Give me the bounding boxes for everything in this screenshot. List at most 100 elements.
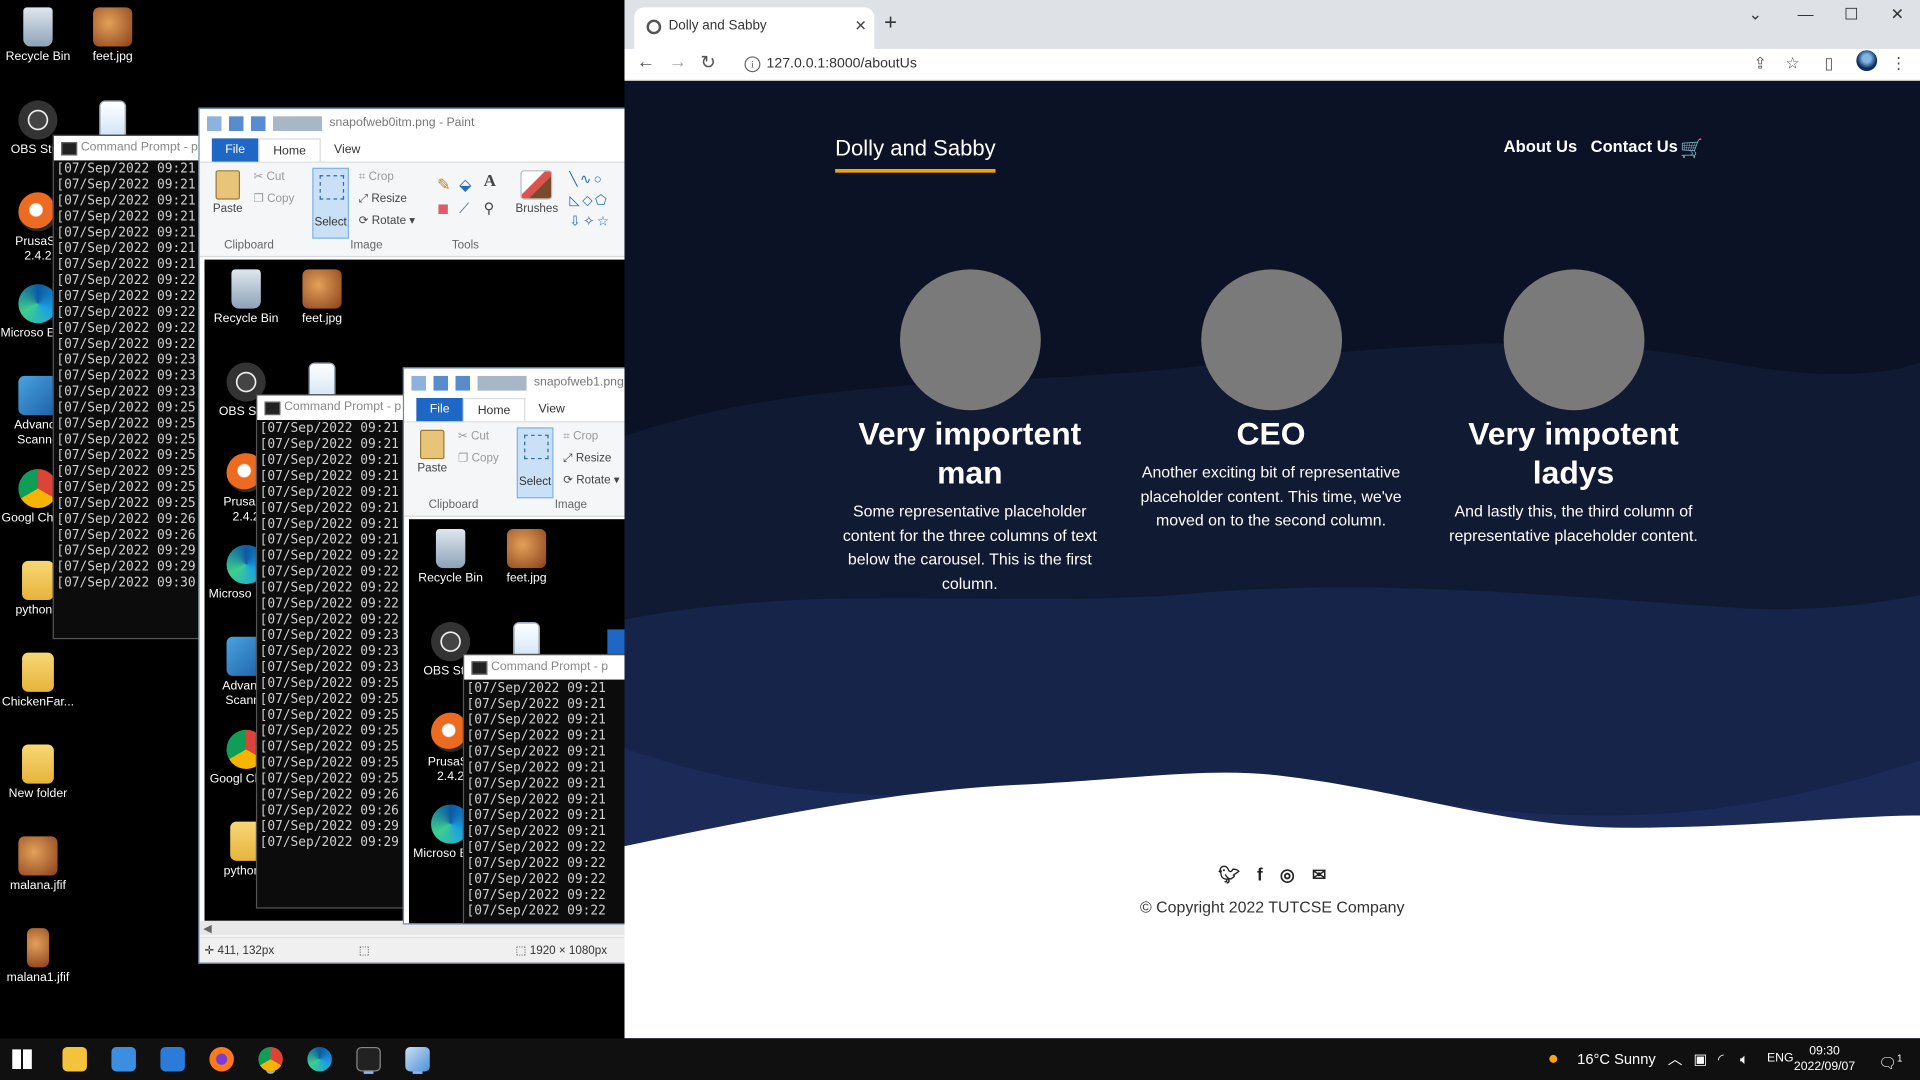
chrome-taskbar-icon[interactable] — [258, 1046, 283, 1072]
tab-file[interactable]: File — [416, 397, 464, 422]
shapes-gallery[interactable]: ╲∿○ ◺◇⬠ ⇩✧☆ — [569, 170, 625, 231]
quick-access-toolbar[interactable] — [206, 116, 323, 132]
desktop-icon-chicken[interactable]: ChickenFar... — [0, 652, 76, 711]
new-tab-button[interactable]: + — [884, 10, 897, 36]
tab-file[interactable]: File — [211, 138, 259, 162]
side-panel-icon[interactable]: ▯ — [1825, 54, 1834, 74]
rotate-button[interactable]: ⟳ Rotate ▾ — [359, 214, 415, 227]
desktop-icon-malana1[interactable]: malana1.jfif — [0, 928, 76, 986]
reload-icon[interactable]: ↻ — [700, 51, 715, 74]
copy-button[interactable]: ❐ Copy — [458, 452, 499, 465]
meet-now-icon[interactable]: ▣ — [1693, 1038, 1707, 1080]
site-brand[interactable]: Dolly and Sabby — [835, 136, 996, 173]
terminal-icon[interactable] — [356, 1046, 381, 1072]
log-line: [07/Sep/2022 09:25 — [56, 464, 196, 479]
profile-avatar[interactable] — [1856, 50, 1878, 72]
store-icon[interactable] — [111, 1046, 136, 1072]
log-line: [07/Sep/2022 09:25 — [56, 416, 196, 432]
desktop-icon-feet[interactable]: feet.jpg — [75, 7, 151, 65]
language-indicator[interactable]: ENG — [1767, 1038, 1794, 1080]
log-line: [07/Sep/2022 09:29 — [259, 835, 399, 850]
log-line: [07/Sep/2022 09:21 — [56, 241, 196, 256]
log-line: [07/Sep/2022 09:21 — [56, 225, 196, 241]
tab-home[interactable]: Home — [463, 397, 526, 422]
browser-window[interactable]: Dolly and Sabby ✕ + ⌄ — ☐ ✕ ← → ↻ 127.0.… — [624, 0, 1920, 1039]
firefox-icon[interactable] — [209, 1046, 234, 1072]
select-button[interactable]: Select — [312, 167, 349, 239]
desktop-icon-malana[interactable]: malana.jfif — [0, 836, 76, 894]
log-line: [07/Sep/2022 09:25 — [259, 691, 399, 707]
profile-image-placeholder — [1200, 269, 1342, 411]
instagram-icon[interactable]: ◎ — [1280, 864, 1295, 885]
rotate-button[interactable]: ⟳ Rotate ▾ — [563, 474, 619, 487]
pencil-icon[interactable]: ✎ — [437, 175, 450, 195]
select-button[interactable]: Select — [516, 427, 554, 499]
command-prompt-window[interactable]: Command Prompt - p [07/Sep/2022 09:21 [07… — [52, 134, 206, 640]
weather-text[interactable]: 16°C Sunny — [1577, 1038, 1656, 1080]
brushes-button[interactable]: Brushes — [516, 170, 558, 216]
forward-icon[interactable]: → — [669, 51, 687, 72]
log-line: [07/Sep/2022 09:26 — [56, 511, 196, 527]
back-icon[interactable]: ← — [637, 51, 655, 72]
network-icon[interactable]: ◜ — [1718, 1038, 1724, 1080]
color-picker-icon[interactable]: ⟋ — [459, 200, 469, 218]
column-text: And lastly this, the third column of rep… — [1449, 502, 1698, 545]
bookmark-star-icon[interactable]: ☆ — [1785, 54, 1799, 74]
cut-button[interactable]: ✂ Cut — [458, 430, 489, 443]
folder-icon — [22, 560, 54, 601]
tab-view[interactable]: View — [525, 398, 578, 421]
magnifier-icon[interactable]: ⚲ — [484, 200, 495, 217]
paint-canvas[interactable]: Recycle Bin feet.jpg OBS Stud PrusaSli 2… — [408, 519, 626, 924]
log-line: [07/Sep/2022 09:21 — [56, 257, 196, 272]
twitter-icon[interactable]: 🐦︎ — [1218, 864, 1240, 885]
tab-home[interactable]: Home — [258, 138, 321, 162]
nav-contact-us[interactable]: Contact Us — [1591, 137, 1678, 155]
desktop-icon-recycle-bin[interactable]: Recycle Bin — [0, 7, 76, 65]
close-tab-icon[interactable]: ✕ — [855, 7, 867, 44]
cursor-position: ✛ 411, 132px — [204, 944, 275, 958]
address-bar[interactable]: 127.0.0.1:8000/aboutUs — [735, 50, 1776, 77]
paint-taskbar-icon[interactable] — [405, 1046, 430, 1072]
tab-view[interactable]: View — [321, 138, 374, 161]
browser-tab[interactable]: Dolly and Sabby ✕ — [634, 7, 875, 49]
column-text: Another exciting bit of representative p… — [1140, 462, 1402, 529]
shopping-cart-icon[interactable]: 🛒 — [1680, 137, 1703, 159]
copy-button[interactable]: ❐ Copy — [253, 192, 294, 205]
log-line: [07/Sep/2022 09:21 — [466, 824, 606, 839]
maximize-button[interactable]: ☐ — [1844, 5, 1858, 25]
quick-access-toolbar[interactable] — [411, 375, 527, 391]
file-explorer-icon[interactable] — [62, 1046, 87, 1072]
fill-icon[interactable]: ⬙ — [459, 175, 471, 195]
log-line: [07/Sep/2022 09:25 — [259, 755, 399, 771]
weather-icon[interactable]: ● — [1548, 1038, 1559, 1080]
menu-icon[interactable]: ⋮ — [1891, 54, 1907, 74]
desktop-icon-new-folder[interactable]: New folder — [0, 744, 76, 802]
image-thumbnail-icon — [93, 7, 133, 47]
start-windows-icon[interactable] — [12, 1049, 32, 1069]
edge-taskbar-icon[interactable] — [307, 1046, 332, 1072]
close-window-button[interactable]: ✕ — [1891, 5, 1904, 25]
minimize-button[interactable]: — — [1798, 5, 1814, 23]
crop-button[interactable]: ⌗ Crop — [359, 170, 394, 183]
resize-button[interactable]: ⤢ Resize — [563, 452, 611, 465]
volume-icon[interactable]: 🔈︎ — [1740, 1038, 1749, 1080]
cut-button[interactable]: ✂ Cut — [253, 170, 284, 183]
paste-button[interactable]: Paste — [416, 429, 448, 475]
clock[interactable]: 09:30 2022/09/07 — [1794, 1043, 1855, 1075]
log-line: [07/Sep/2022 09:22 — [466, 855, 606, 871]
nav-about-us[interactable]: About Us — [1504, 137, 1577, 155]
envelope-icon[interactable]: ✉ — [1312, 864, 1326, 885]
log-line: [07/Sep/2022 09:22 — [259, 564, 399, 580]
crop-button[interactable]: ⌗ Crop — [563, 430, 598, 443]
paint-window-2[interactable]: snapofweb1.png File Home View Paste ✂ Cu… — [402, 367, 627, 925]
show-hidden-icons[interactable]: ︿ — [1668, 1038, 1683, 1080]
tab-search-icon[interactable]: ⌄ — [1749, 5, 1762, 25]
facebook-icon[interactable]: f — [1257, 864, 1263, 885]
text-icon[interactable]: A — [484, 173, 496, 193]
notification-icon[interactable]: 🗨︎1 — [1878, 1038, 1902, 1080]
share-icon[interactable]: ⇪ — [1753, 54, 1766, 74]
paste-button[interactable]: Paste — [212, 170, 244, 216]
resize-button[interactable]: ⤢ Resize — [359, 192, 407, 205]
mail-icon[interactable] — [160, 1046, 185, 1072]
eraser-icon[interactable]: ◼ — [437, 200, 449, 217]
